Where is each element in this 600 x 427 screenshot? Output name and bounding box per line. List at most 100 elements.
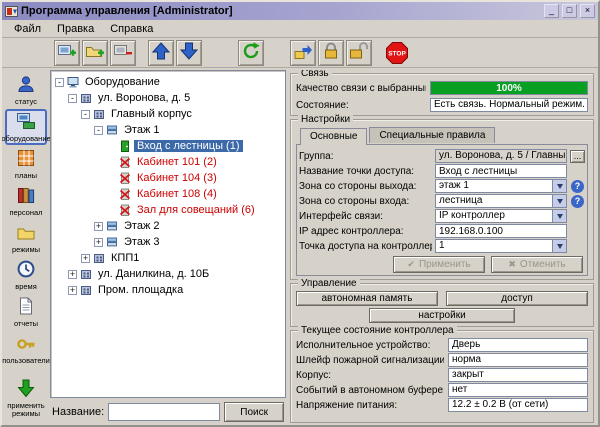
combo-arrow-icon[interactable] (552, 180, 566, 192)
controller-ap-combo[interactable]: 1 (435, 239, 567, 253)
tree-item[interactable]: Зал для совещаний (6) (53, 202, 283, 218)
tree-collapse-handle[interactable] (81, 110, 90, 119)
ip-address-input[interactable] (435, 224, 567, 238)
sidebar-item-reports[interactable]: отчеты (5, 294, 47, 330)
tree-item[interactable]: Этаж 3 (53, 234, 283, 250)
controller-state-title: Текущее состояние контроллера (298, 325, 457, 336)
stop-icon: STOP (385, 41, 409, 65)
refresh-button[interactable] (238, 40, 264, 66)
minimize-button[interactable]: _ (544, 4, 559, 18)
access-point-name-input[interactable] (435, 164, 567, 178)
combo-arrow-icon[interactable] (552, 210, 566, 222)
lock-button[interactable] (318, 40, 344, 66)
tree-expand-handle[interactable] (81, 254, 90, 263)
combo-arrow-icon[interactable] (552, 240, 566, 252)
menu-help[interactable]: Справка (102, 21, 161, 37)
sidebar-item-label: персонал (9, 209, 42, 217)
check-icon: ✔ (407, 259, 415, 270)
controller-ap-value: 1 (436, 240, 552, 252)
tree-item[interactable]: Кабинет 104 (3) (53, 170, 283, 186)
actuator-value: Дверь (448, 338, 588, 352)
tree-item[interactable]: Кабинет 101 (2) (53, 154, 283, 170)
interface-combo[interactable]: IP контроллер (435, 209, 567, 223)
settings-group: Настройки Основные Специальные правила Г… (290, 119, 594, 280)
sidebar-item-modes[interactable]: режимы (5, 220, 47, 256)
apply-button-label: Применить (419, 259, 471, 270)
sidebar-item-time[interactable]: время (5, 257, 47, 293)
tree-item[interactable]: Этаж 1 (53, 122, 283, 138)
upload-button[interactable] (290, 40, 316, 66)
tree-expand-handle[interactable] (94, 238, 103, 247)
group-browse-button[interactable]: ... (570, 150, 586, 163)
search-input[interactable] (108, 403, 220, 421)
cancel-button[interactable]: ✖ Отменить (491, 256, 583, 273)
management-group-title: Управление (298, 278, 360, 289)
tree-collapse-handle[interactable] (55, 78, 64, 87)
unlock-button[interactable] (346, 40, 372, 66)
personnel-icon (16, 185, 36, 208)
tree-item[interactable]: Этаж 2 (53, 218, 283, 234)
equipment-icon (16, 111, 36, 134)
sidebar-item-equipment[interactable]: оборудование (5, 109, 47, 145)
controller-settings-button[interactable]: настройки (369, 308, 515, 323)
connection-group: Связь Качество связи с выбранными: 100% … (290, 73, 594, 116)
move-down-button[interactable] (176, 40, 202, 66)
tree-item[interactable]: Главный корпус (53, 106, 283, 122)
delete-icon (113, 41, 133, 64)
floor-icon (106, 236, 118, 248)
tree-collapse-handle[interactable] (68, 94, 77, 103)
upload-icon (293, 41, 313, 64)
delete-button[interactable] (110, 40, 136, 66)
tree-expand-handle[interactable] (68, 286, 77, 295)
connection-state-field: Есть связь. Нормальный режим. (430, 98, 588, 112)
tree-item[interactable]: ул. Данилкина, д. 10Б (53, 266, 283, 282)
unlock-icon (349, 41, 369, 64)
search-button[interactable]: Поиск (224, 402, 284, 422)
apply-modes-button[interactable]: применить режимы (5, 375, 47, 421)
tree-item[interactable]: ул. Воронова, д. 5 (53, 90, 283, 106)
tree-item[interactable]: Пром. площадка (53, 282, 283, 298)
move-up-button[interactable] (148, 40, 174, 66)
entry-zone-combo[interactable]: лестница (435, 194, 567, 208)
maximize-button[interactable]: □ (562, 4, 577, 18)
help-icon[interactable]: ? (571, 180, 584, 193)
close-button[interactable]: × (580, 4, 595, 18)
toolbar: STOP (2, 38, 598, 68)
interface-value: IP контроллер (436, 210, 552, 222)
autonomous-memory-button[interactable]: автономная память (296, 291, 438, 306)
group-field-label: Группа: (299, 151, 432, 162)
tab-main[interactable]: Основные (300, 128, 367, 145)
sidebar-item-personnel[interactable]: персонал (5, 183, 47, 219)
tree-item[interactable]: Оборудование (53, 74, 283, 90)
app-icon (5, 5, 18, 18)
stop-button[interactable]: STOP (384, 40, 410, 66)
sidebar-item-users[interactable]: пользователи (5, 331, 47, 367)
titlebar[interactable]: Программа управления [Administrator] _ □… (2, 2, 598, 20)
help-icon[interactable]: ? (571, 195, 584, 208)
sidebar-item-status[interactable]: статус (5, 72, 47, 108)
access-button[interactable]: доступ (446, 291, 588, 306)
tree-item-label: Этаж 3 (121, 236, 162, 248)
tree-item-label: Этаж 1 (121, 124, 162, 136)
add-child-button[interactable] (82, 40, 108, 66)
add-button[interactable] (54, 40, 80, 66)
menu-file[interactable]: Файл (6, 21, 49, 37)
buffer-events-label: Событий в автономном буфере: (296, 385, 444, 396)
tree-item[interactable]: КПП1 (53, 250, 283, 266)
tree-expand-handle[interactable] (68, 270, 77, 279)
tab-special-rules[interactable]: Специальные правила (369, 127, 495, 143)
controller-ap-label: Точка доступа на контроллере: (299, 241, 432, 252)
apply-button[interactable]: ✔ Применить (393, 256, 485, 273)
tree-expand-handle[interactable] (94, 222, 103, 231)
entry-zone-label: Зона со стороны входа: (299, 196, 432, 207)
tree-collapse-handle[interactable] (94, 126, 103, 135)
sidebar-item-plans[interactable]: планы (5, 146, 47, 182)
menu-edit[interactable]: Правка (49, 21, 102, 37)
combo-arrow-icon[interactable] (552, 195, 566, 207)
exit-zone-combo[interactable]: этаж 1 (435, 179, 567, 193)
tree-item[interactable]: Кабинет 108 (4) (53, 186, 283, 202)
sidebar-item-label: отчеты (14, 320, 38, 328)
tree-item-selected[interactable]: Вход с лестницы (1) (53, 138, 283, 154)
building-icon (80, 268, 92, 280)
tree-item-label: ул. Данилкина, д. 10Б (95, 268, 212, 280)
